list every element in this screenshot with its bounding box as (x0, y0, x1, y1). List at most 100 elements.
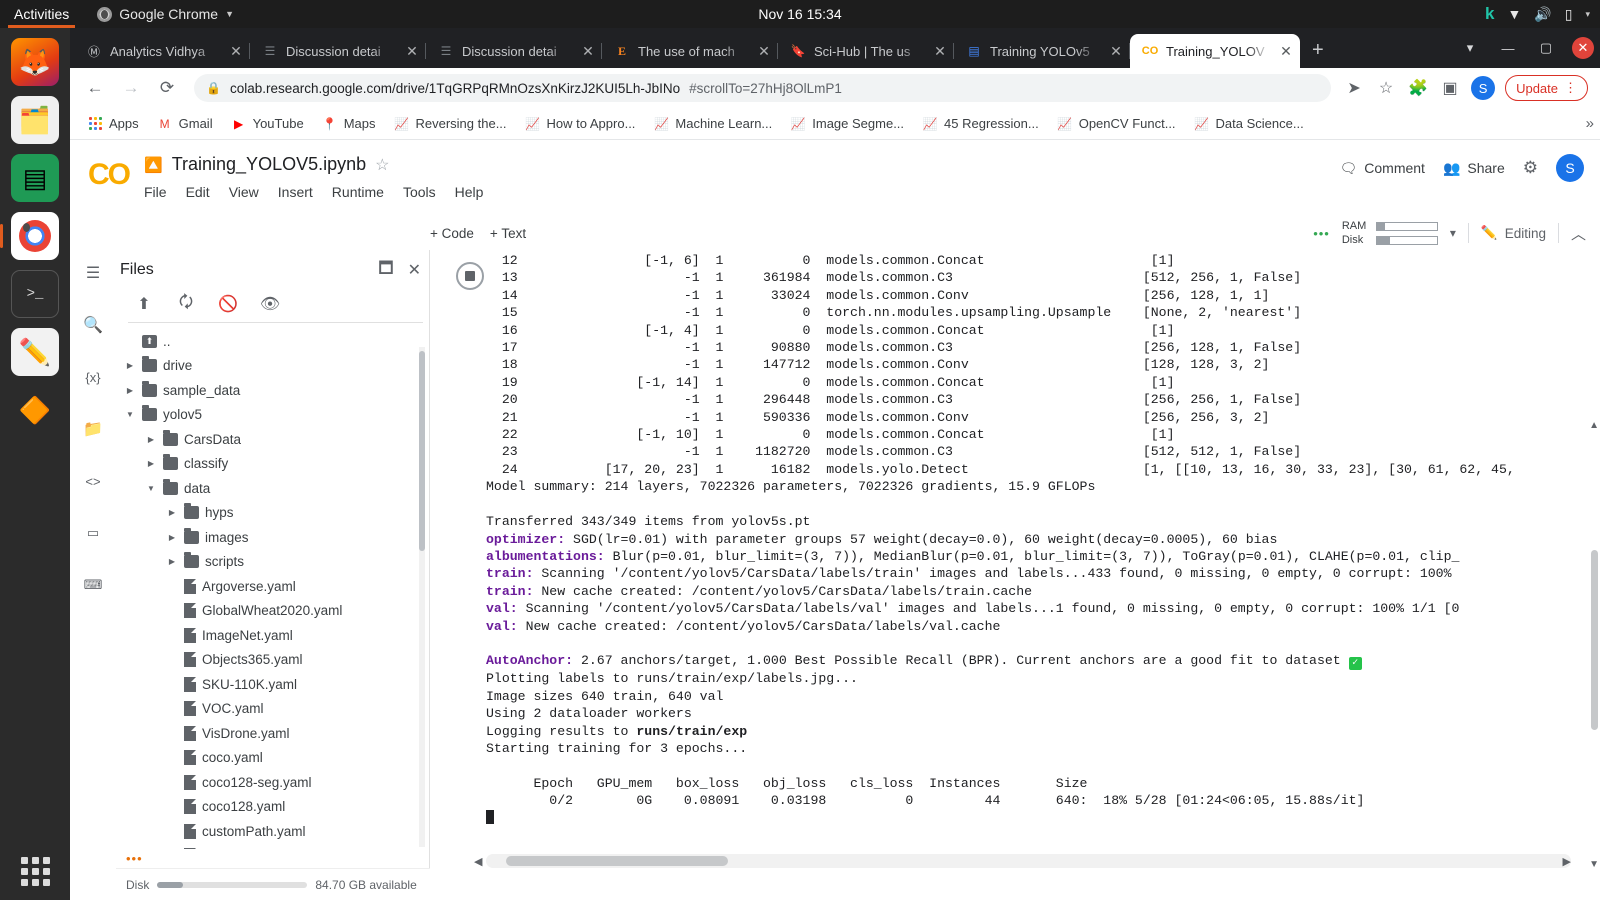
close-icon[interactable]: ✕ (932, 43, 948, 60)
close-icon[interactable]: ✕ (1278, 43, 1294, 60)
output-horizontal-scrollbar[interactable] (486, 854, 1571, 868)
code-snippets-icon[interactable]: <> (80, 468, 106, 494)
close-icon[interactable]: ✕ (580, 43, 596, 60)
menu-edit[interactable]: Edit (186, 184, 210, 200)
maximize-button[interactable]: ▢ (1528, 33, 1564, 63)
menu-runtime[interactable]: Runtime (332, 184, 384, 200)
chevron-right-icon[interactable]: ▶ (124, 386, 136, 395)
upload-file-icon[interactable]: ⬆ (134, 294, 154, 314)
bookmark-apps[interactable]: Apps (80, 113, 146, 135)
chevron-right-icon[interactable]: ▶ (166, 533, 178, 542)
files-icon[interactable]: 📁 (80, 416, 106, 442)
new-tab-button[interactable]: + (1300, 36, 1336, 68)
dock-item-terminal[interactable]: >_ (11, 270, 59, 318)
gear-icon[interactable]: ⚙ (1523, 158, 1538, 178)
bookmarks-overflow-button[interactable]: » (1586, 115, 1594, 132)
file-tree-folder[interactable]: ⬆.. (116, 329, 429, 354)
bookmark-45-regression[interactable]: 📈 45 Regression... (915, 113, 1046, 135)
bookmark-how-to-appro[interactable]: 📈 How to Appro... (518, 113, 643, 135)
add-text-cell-button[interactable]: + Text (490, 226, 526, 241)
menu-insert[interactable]: Insert (278, 184, 313, 200)
share-button[interactable]: 👥 Share (1443, 160, 1505, 177)
file-tree-folder[interactable]: ▼data (116, 476, 429, 501)
notebook-title[interactable]: Training_YOLOV5.ipynb (172, 154, 366, 175)
show-applications-button[interactable] (0, 857, 70, 886)
file-tree-file[interactable]: Objects365.yaml (116, 648, 429, 673)
bookmark-opencv-funct[interactable]: 📈 OpenCV Funct... (1050, 113, 1183, 135)
file-tree-folder[interactable]: ▶classify (116, 452, 429, 477)
close-icon[interactable]: ✕ (408, 260, 421, 280)
page-vertical-scrollbar[interactable] (1591, 550, 1598, 730)
file-tree-folder[interactable]: ▶sample_data (116, 378, 429, 403)
wifi-icon[interactable]: ▼ (1507, 6, 1521, 22)
tab-training-yolov5-colab[interactable]: CO Training_YOLOV ✕ (1130, 34, 1300, 68)
file-tree-file[interactable]: coco128-seg.yaml (116, 770, 429, 795)
chevron-down-icon[interactable]: ▾ (1450, 226, 1456, 240)
bookmark-image-segme[interactable]: 📈 Image Segme... (783, 113, 911, 135)
avatar[interactable]: S (1556, 154, 1584, 182)
tree-scrollbar-thumb[interactable] (419, 351, 425, 551)
dock-item-files[interactable]: 🗂️ (11, 96, 59, 144)
chevron-right-icon[interactable]: ▶ (166, 557, 178, 566)
resource-meters[interactable]: RAM Disk (1342, 220, 1438, 246)
bookmark-gmail[interactable]: M Gmail (150, 113, 220, 135)
file-tree-folder[interactable]: ▶images (116, 525, 429, 550)
file-tree-file[interactable]: VOC.yaml (116, 697, 429, 722)
chevron-down-icon[interactable]: ▾ (1585, 9, 1590, 20)
address-bar[interactable]: 🔒 colab.research.google.com/drive/1TqGRP… (194, 74, 1331, 102)
tab-search-icon[interactable]: ▾ (1452, 33, 1488, 63)
scroll-down-icon[interactable]: ▼ (1589, 859, 1599, 870)
chevron-right-icon[interactable]: ▶ (124, 361, 136, 370)
file-tree-folder[interactable]: ▶drive (116, 354, 429, 379)
forward-button[interactable]: → (116, 73, 146, 103)
bookmark-youtube[interactable]: ▶ YouTube (224, 113, 311, 135)
menu-help[interactable]: Help (455, 184, 484, 200)
send-icon[interactable]: ➤ (1343, 78, 1365, 98)
scroll-left-icon[interactable]: ◀ (474, 855, 482, 868)
close-icon[interactable]: ✕ (228, 43, 244, 60)
file-tree-file[interactable]: coco.yaml (116, 746, 429, 771)
scrollbar-thumb[interactable] (506, 856, 728, 866)
table-of-contents-icon[interactable]: ☰ (80, 260, 106, 286)
collapse-header-icon[interactable]: ︿ (1571, 223, 1586, 244)
volume-icon[interactable]: 🔊 (1534, 6, 1551, 23)
chevron-right-icon[interactable]: ▶ (145, 459, 157, 468)
file-tree-file[interactable]: VisDrone.yaml (116, 721, 429, 746)
extensions-icon[interactable]: 🧩 (1407, 78, 1429, 98)
add-code-cell-button[interactable]: + Code (430, 226, 474, 241)
tab-the-use-of-machine-learning[interactable]: E The use of mach ✕ (602, 34, 778, 68)
menu-file[interactable]: File (144, 184, 167, 200)
commands-icon[interactable]: ⌨ (80, 572, 106, 598)
editing-mode-button[interactable]: ✏️ Editing (1481, 225, 1546, 241)
chevron-down-icon[interactable]: ▼ (124, 410, 136, 419)
profile-avatar[interactable]: S (1471, 76, 1495, 100)
file-tree-folder[interactable]: ▶CarsData (116, 427, 429, 452)
menu-tools[interactable]: Tools (403, 184, 436, 200)
close-icon[interactable]: ✕ (404, 43, 420, 60)
tab-scihub[interactable]: 🔖 Sci-Hub | The us ✕ (778, 34, 954, 68)
file-tree-file[interactable]: GlobalWheat2020.yaml (116, 599, 429, 624)
minimize-button[interactable]: — (1490, 33, 1526, 63)
close-window-button[interactable]: ✕ (1572, 37, 1594, 59)
dock-item-firefox[interactable]: 🦊 (11, 38, 59, 86)
side-panel-icon[interactable]: ▣ (1439, 78, 1461, 98)
close-icon[interactable]: ✕ (1108, 43, 1124, 60)
app-menu[interactable]: Google Chrome ▼ (97, 6, 234, 22)
scroll-right-icon[interactable]: ▶ (1563, 855, 1571, 868)
file-tree-file[interactable]: SKU-110K.yaml (116, 672, 429, 697)
file-tree-file[interactable]: Argoverse.yaml (116, 574, 429, 599)
dock-item-sheets[interactable]: ▤ (11, 154, 59, 202)
scroll-up-icon[interactable]: ▲ (1589, 420, 1599, 431)
tab-analytics-vidhya[interactable]: Ⓜ Analytics Vidhya ✕ (74, 34, 250, 68)
bookmark-reversing-the[interactable]: 📈 Reversing the... (386, 113, 513, 135)
reload-button[interactable]: ⟳ (152, 73, 182, 103)
bookmark-star-icon[interactable]: ☆ (1375, 78, 1397, 98)
file-tree-file[interactable]: ImageNet.yaml (116, 623, 429, 648)
file-tree-file[interactable]: xView.yaml (116, 844, 429, 850)
dock-item-vlc[interactable]: 🔶 (11, 386, 59, 434)
close-icon[interactable]: ✕ (756, 43, 772, 60)
back-button[interactable]: ← (80, 73, 110, 103)
file-tree-folder[interactable]: ▶scripts (116, 550, 429, 575)
battery-icon[interactable]: ▯ (1565, 6, 1573, 23)
file-tree-file[interactable]: coco128.yaml (116, 795, 429, 820)
